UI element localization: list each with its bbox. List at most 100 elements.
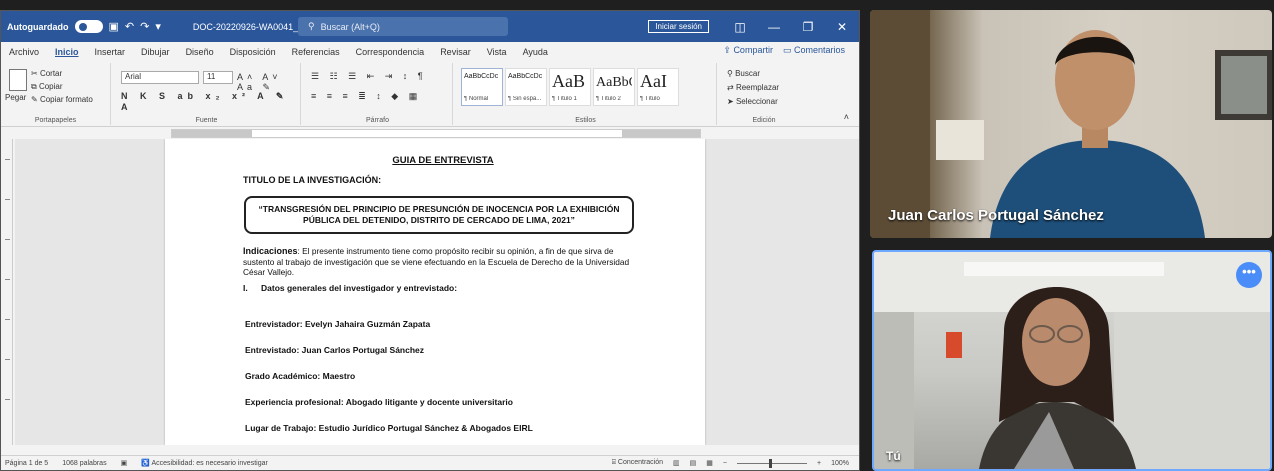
tab-archivo[interactable]: Archivo xyxy=(9,47,39,57)
cut-button[interactable]: ✂ Cortar xyxy=(31,67,93,80)
tab-insertar[interactable]: Insertar xyxy=(95,47,126,57)
replace-icon: ⇄ xyxy=(727,83,736,92)
close-icon[interactable]: ✕ xyxy=(825,11,859,42)
read-mode-icon[interactable]: ▥ xyxy=(673,459,680,467)
accessibility-label: Accesibilidad: es necesario investigar xyxy=(151,460,268,467)
print-layout-icon[interactable]: ▤ xyxy=(690,459,697,467)
ribbon: ✂ Cortar ⧉ Copiar ✎ Copiar formato Pegar… xyxy=(1,61,859,127)
style-name: ¶ Normal xyxy=(464,96,489,102)
tab-referencias[interactable]: Referencias xyxy=(292,47,340,57)
select-label: Seleccionar xyxy=(735,97,778,106)
title-bar: Autoguardado ▣ ↶ ↷ ▾ DOC-20220926-WA0041… xyxy=(1,11,859,42)
ruler-tick xyxy=(5,399,10,400)
copy-icon: ⧉ xyxy=(31,82,39,91)
ribbon-display-icon[interactable]: ◫ xyxy=(723,11,757,42)
autosave-toggle[interactable] xyxy=(74,20,103,33)
redo-icon[interactable]: ↷ xyxy=(140,20,149,33)
doc-indications: Indicaciones: El presente instrumento ti… xyxy=(243,246,643,278)
copy-label: Copiar xyxy=(38,82,63,91)
style-sample: AaB xyxy=(552,71,585,91)
maximize-icon[interactable]: ❐ xyxy=(791,11,825,42)
ruler-tick xyxy=(5,239,10,240)
align-buttons[interactable]: ≡ ≡ ≡ ≣ ↕ ◆ ▦ xyxy=(311,91,421,102)
paste-label[interactable]: Pegar xyxy=(5,93,26,102)
replace-button[interactable]: ⇄ Reemplazar xyxy=(727,81,779,95)
proofing-icon[interactable]: ▣ xyxy=(121,459,128,467)
doc-heading: GUIA DE ENTREVISTA xyxy=(392,155,494,166)
video-tile-participant[interactable]: Juan Carlos Portugal Sánchez xyxy=(870,10,1272,238)
font-size-select[interactable]: 11 xyxy=(203,71,233,84)
copy-button[interactable]: ⧉ Copiar xyxy=(31,80,93,93)
more-options-button[interactable]: ••• xyxy=(1236,262,1262,288)
zoom-in-icon[interactable]: + xyxy=(817,460,821,467)
document-page[interactable]: GUIA DE ENTREVISTA TITULO DE LA INVESTIG… xyxy=(165,139,705,445)
ruler-tick xyxy=(5,279,10,280)
paste-icon[interactable] xyxy=(9,69,27,91)
ruler-strip[interactable] xyxy=(171,129,701,138)
tab-dibujar[interactable]: Dibujar xyxy=(141,47,170,57)
doc-line-workplace: Lugar de Trabajo: Estudio Jurídico Portu… xyxy=(245,422,533,433)
style-title[interactable]: AaI ¶ Título xyxy=(637,68,679,106)
zoom-level[interactable]: 100% xyxy=(831,460,849,467)
focus-button[interactable]: ⌸ Concentración xyxy=(612,459,663,467)
comments-label: Comentarios xyxy=(793,45,845,55)
autosave-label: Autoguardado xyxy=(7,21,69,32)
doc-line-degree: Grado Académico: Maestro xyxy=(245,370,356,381)
page-count[interactable]: Página 1 de 5 xyxy=(5,460,48,467)
style-sample: AaI xyxy=(640,71,667,91)
ribbon-tabs: Archivo Inicio Insertar Dibujar Diseño D… xyxy=(1,42,859,61)
clipboard-group-label: Portapapeles xyxy=(34,117,77,124)
customize-toolbar-icon[interactable]: ▾ xyxy=(155,20,161,33)
style-name: ¶ Título 1 xyxy=(552,96,577,102)
font-style-buttons[interactable]: N K S ab x₂ x² A ✎ A xyxy=(121,91,300,112)
undo-icon[interactable]: ↶ xyxy=(125,20,134,33)
ruler-tick xyxy=(5,319,10,320)
editing-group: ⚲ Buscar ⇄ Reemplazar ➤ Seleccionar Edic… xyxy=(719,63,809,125)
web-layout-icon[interactable]: ▦ xyxy=(706,459,713,467)
style-heading-2[interactable]: AaBbC ¶ Título 2 xyxy=(593,68,635,106)
zoom-out-icon[interactable]: − xyxy=(723,460,727,467)
save-icon[interactable]: ▣ xyxy=(109,20,119,33)
search-box[interactable]: ⚲ Buscar (Alt+Q) xyxy=(298,17,508,36)
tab-vista[interactable]: Vista xyxy=(487,47,507,57)
styles-group: AaBbCcDc ¶ Normal AaBbCcDc ¶ Sin espa... A… xyxy=(455,63,717,125)
self-name-label: Tú xyxy=(886,449,901,463)
style-no-spacing[interactable]: AaBbCcDc ¶ Sin espa... xyxy=(505,68,547,106)
tab-diseno[interactable]: Diseño xyxy=(186,47,214,57)
sign-in-button[interactable]: Iniciar sesión xyxy=(648,20,709,33)
minimize-icon[interactable]: — xyxy=(757,11,791,42)
screen: Autoguardado ▣ ↶ ↷ ▾ DOC-20220926-WA0041… xyxy=(0,0,1274,471)
format-painter-button[interactable]: ✎ Copiar formato xyxy=(31,93,93,106)
font-group: Arial 11 A˄ A˅ Aa ✎ N K S ab x₂ x² A ✎ A… xyxy=(113,63,301,125)
participant-video xyxy=(870,10,1272,238)
tab-inicio[interactable]: Inicio xyxy=(55,47,79,57)
status-bar: Página 1 de 5 1068 palabras ▣ ♿ Accesibi… xyxy=(1,455,859,470)
collapse-ribbon-icon[interactable]: ˄ xyxy=(844,112,849,122)
tab-disposicion[interactable]: Disposición xyxy=(230,47,276,57)
comments-button[interactable]: ▭ Comentarios xyxy=(783,45,845,56)
select-button[interactable]: ➤ Seleccionar xyxy=(727,95,779,109)
tab-ayuda[interactable]: Ayuda xyxy=(523,47,548,57)
video-tile-self[interactable]: ••• Tú xyxy=(872,250,1272,471)
find-button[interactable]: ⚲ Buscar xyxy=(727,67,779,81)
tab-correspondencia[interactable]: Correspondencia xyxy=(356,47,425,57)
horizontal-ruler xyxy=(1,128,859,139)
tab-revisar[interactable]: Revisar xyxy=(440,47,471,57)
doc-line-interviewee: Entrevistado: Juan Carlos Portugal Sánch… xyxy=(245,344,425,355)
zoom-slider[interactable] xyxy=(737,458,807,468)
accessibility-status[interactable]: ♿ Accesibilidad: es necesario investigar xyxy=(141,459,268,467)
style-heading-1[interactable]: AaB ¶ Título 1 xyxy=(549,68,591,106)
cut-label: Cortar xyxy=(39,69,63,78)
format-painter-label: Copiar formato xyxy=(39,95,93,104)
ruler-tick xyxy=(5,199,10,200)
participant-name-label: Juan Carlos Portugal Sánchez xyxy=(888,207,1104,224)
doc-boxed-title: “TRANSGRESIÓN DEL PRINCIPIO DE PRESUNCIÓ… xyxy=(244,196,634,234)
share-button[interactable]: ⇪ Compartir xyxy=(723,45,773,56)
clipboard-group: ✂ Cortar ⧉ Copiar ✎ Copiar formato Pegar… xyxy=(1,63,111,125)
style-normal[interactable]: AaBbCcDc ¶ Normal xyxy=(461,68,503,106)
list-buttons[interactable]: ☰ ☷ ☰ ⇤ ⇥ ↕ ¶ xyxy=(311,71,427,82)
font-size-buttons[interactable]: A˄ A˅ Aa ✎ xyxy=(237,72,300,93)
word-count[interactable]: 1068 palabras xyxy=(62,460,106,467)
font-name-select[interactable]: Arial xyxy=(121,71,199,84)
search-icon: ⚲ xyxy=(308,21,315,31)
